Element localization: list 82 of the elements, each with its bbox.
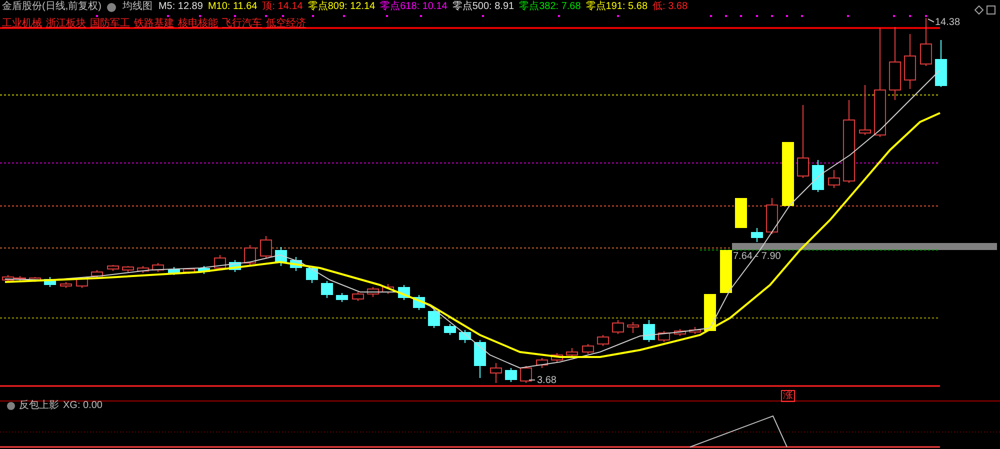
candlestick	[505, 368, 517, 382]
indicator-value: 顶: 14.14	[262, 2, 303, 12]
candlestick	[520, 366, 532, 384]
toggle-icon[interactable]	[107, 2, 116, 12]
low-price-label: 3.68	[537, 375, 556, 386]
candlestick	[490, 362, 502, 384]
sector-link[interactable]: 工业机械	[2, 19, 42, 29]
candlestick	[91, 270, 103, 278]
candlestick	[137, 266, 149, 274]
pane-reading: XG: 0.00	[63, 401, 102, 411]
indicator-value: 零点191: 5.68	[586, 2, 648, 12]
candlestick	[536, 358, 548, 368]
sector-link[interactable]: 铁路基建	[134, 19, 174, 29]
candlestick	[382, 284, 394, 294]
candlestick	[689, 326, 701, 334]
candlestick	[290, 256, 302, 272]
candlestick	[214, 254, 226, 270]
price-zone-label: 7.64 - 7.90	[733, 251, 781, 262]
diamond-icon[interactable]	[974, 5, 984, 15]
candlestick	[444, 324, 456, 336]
candlestick	[474, 340, 486, 378]
candlestick	[612, 320, 624, 334]
candlestick	[766, 198, 778, 234]
candlestick	[597, 334, 609, 346]
sector-link[interactable]: 核电核能	[178, 19, 218, 29]
candlestick	[566, 348, 578, 358]
sector-link[interactable]: 低空经济	[266, 19, 306, 29]
candlestick	[275, 246, 287, 266]
candlestick	[643, 320, 655, 342]
candlestick	[782, 142, 794, 206]
pane-title: 反包上影	[19, 401, 59, 411]
panel-icon[interactable]	[986, 6, 996, 14]
candlestick	[198, 266, 210, 274]
candlestick	[183, 268, 195, 274]
candlestick	[107, 264, 119, 272]
sector-link[interactable]: 国防军工	[90, 19, 130, 29]
candlestick	[920, 18, 932, 66]
candlestick	[828, 170, 840, 188]
candlestick	[428, 308, 440, 328]
candlestick	[413, 294, 425, 310]
indicator-name: 均线图	[122, 2, 152, 12]
candlestick	[44, 276, 56, 288]
indicator-value: 低: 3.68	[652, 2, 688, 12]
indicator-value: M5: 12.89	[158, 2, 203, 12]
candlestick	[459, 330, 471, 344]
candlestick	[658, 330, 670, 342]
indicator-value: 零点382: 7.68	[519, 2, 581, 12]
candlestick	[122, 266, 134, 272]
candlestick	[152, 262, 164, 272]
indicator-value: 零点500: 8.91	[452, 2, 514, 12]
high-price-label: 14.38	[935, 17, 960, 28]
candlestick	[398, 284, 410, 300]
candlestick	[735, 198, 747, 228]
candlestick	[904, 34, 916, 90]
candlestick	[812, 160, 824, 192]
leader-line	[928, 18, 934, 22]
candlestick	[674, 328, 686, 336]
candlestick	[168, 266, 180, 276]
indicator-value: 零点809: 12.14	[308, 2, 376, 12]
candlestick	[627, 322, 639, 334]
candlestick	[336, 292, 348, 302]
candlestick	[935, 40, 947, 88]
stock-title: 金盾股份(日线,前复权)	[2, 2, 102, 12]
candlestick	[859, 84, 871, 136]
candlestick	[229, 260, 241, 272]
candlestick	[551, 352, 563, 362]
candlestick	[582, 344, 594, 354]
indicator-value: 零点618: 10.14	[380, 2, 448, 12]
indicator-value: M10: 11.64	[208, 2, 258, 12]
candlestick	[29, 276, 41, 282]
candlestick	[260, 236, 272, 258]
candlestick	[720, 250, 732, 294]
candlestick	[352, 292, 364, 302]
candlestick	[751, 228, 763, 242]
candlestick	[306, 266, 318, 284]
sector-link[interactable]: 飞行汽车	[222, 19, 262, 29]
sector-link[interactable]: 浙江板块	[46, 19, 86, 29]
candlestick	[244, 244, 256, 266]
candlestick	[704, 294, 716, 332]
candlestick	[367, 286, 379, 298]
toggle-icon[interactable]	[7, 402, 15, 410]
candlestick	[321, 280, 333, 298]
